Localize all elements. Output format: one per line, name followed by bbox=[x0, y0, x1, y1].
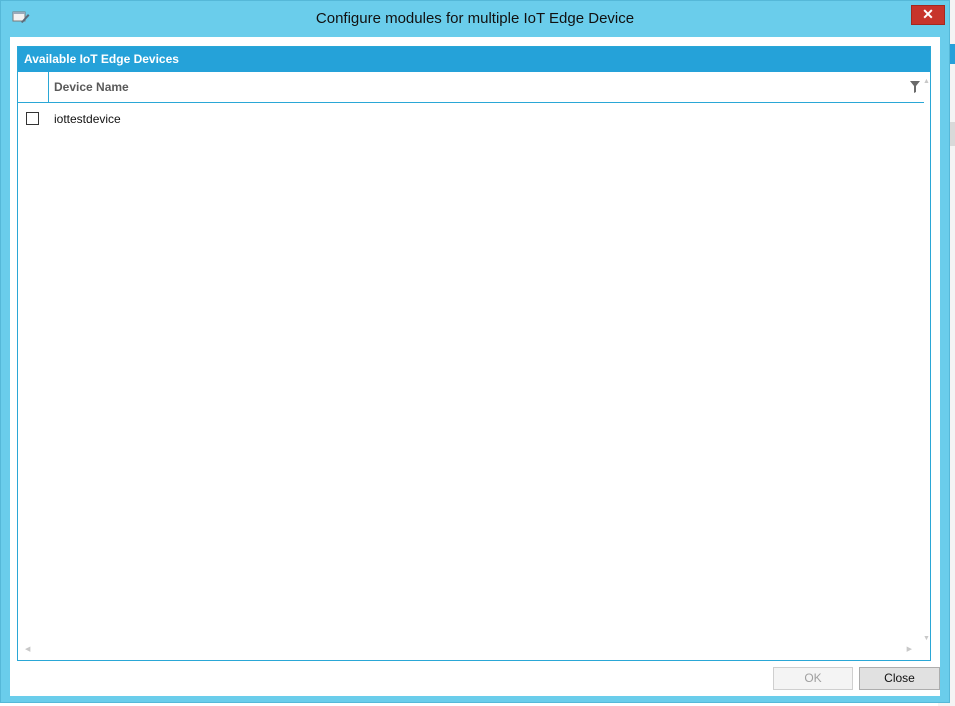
select-column-header bbox=[18, 72, 49, 102]
configure-modules-dialog: Configure modules for multiple IoT Edge … bbox=[0, 0, 950, 703]
vertical-scrollbar[interactable]: ▲ ▼ bbox=[922, 72, 930, 642]
device-select-checkbox[interactable] bbox=[26, 112, 39, 125]
window-close-button[interactable]: ✕ bbox=[911, 5, 945, 25]
window-title: Configure modules for multiple IoT Edge … bbox=[315, 10, 635, 27]
scroll-left-icon[interactable]: ◀ bbox=[25, 645, 30, 653]
scroll-right-icon[interactable]: ▶ bbox=[907, 645, 912, 653]
dialog-content: Available IoT Edge Devices Device Name i… bbox=[10, 37, 940, 696]
device-grid: Available IoT Edge Devices Device Name i… bbox=[17, 46, 931, 661]
device-name-cell: iottestdevice bbox=[54, 112, 121, 126]
column-header-row: Device Name bbox=[18, 72, 924, 103]
filter-icon[interactable] bbox=[910, 81, 920, 93]
grid-title: Available IoT Edge Devices bbox=[18, 47, 930, 72]
scroll-down-icon[interactable]: ▼ bbox=[923, 635, 930, 642]
background-accent bbox=[950, 44, 955, 64]
horizontal-scrollbar[interactable]: ◀ ▶ bbox=[18, 642, 930, 660]
column-header-device-name[interactable]: Device Name bbox=[54, 72, 129, 102]
ok-button[interactable]: OK bbox=[773, 667, 853, 690]
close-icon: ✕ bbox=[922, 6, 934, 22]
table-row[interactable]: iottestdevice bbox=[18, 107, 924, 131]
close-button[interactable]: Close bbox=[859, 667, 940, 690]
background-accent bbox=[950, 122, 955, 146]
title-bar[interactable]: Configure modules for multiple IoT Edge … bbox=[1, 1, 949, 38]
scroll-up-icon[interactable]: ▲ bbox=[923, 78, 930, 85]
